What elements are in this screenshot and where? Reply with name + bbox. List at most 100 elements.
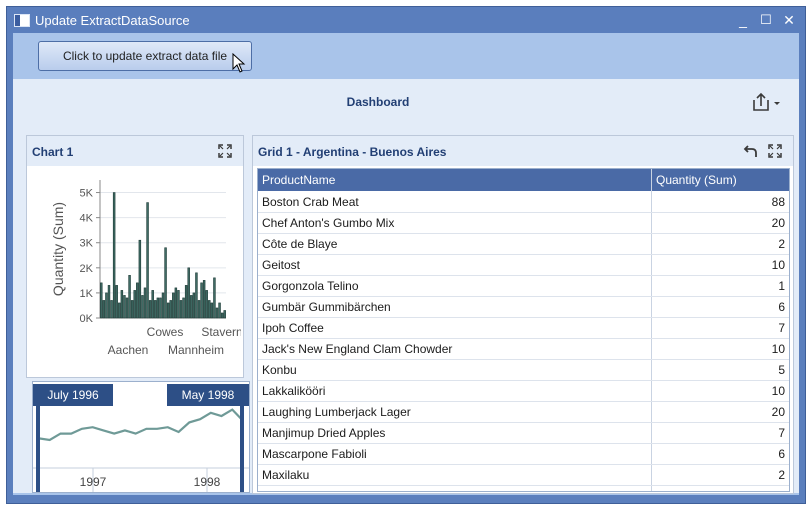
bar xyxy=(118,302,121,319)
bar-chart: 0K 1K 2K 3K 4K 5K Quantity (Sum) Cowes Stavern Aa… xyxy=(50,180,241,357)
quantity-cell: 5 xyxy=(778,363,785,377)
bar xyxy=(105,292,108,319)
bar xyxy=(200,282,203,319)
bar xyxy=(172,292,175,319)
chart-title: Chart 1 xyxy=(32,145,74,159)
table-row[interactable]: Konbu 5 xyxy=(258,359,789,381)
minimize-button[interactable]: _ xyxy=(733,10,753,30)
bar xyxy=(148,300,152,319)
bar xyxy=(169,300,172,319)
bar xyxy=(184,285,188,319)
table-row[interactable]: Côte de Blaye 2 xyxy=(258,233,789,255)
table-row[interactable]: Gorgonzola Telino 1 xyxy=(258,275,789,297)
y-axis-label: Quantity (Sum) xyxy=(50,202,66,296)
undo-drilldown-icon[interactable] xyxy=(743,143,759,159)
quantity-cell: 10 xyxy=(771,258,785,272)
bar xyxy=(146,202,149,319)
maximize-grid-icon[interactable] xyxy=(767,143,783,159)
table-row[interactable]: Chef Anton's Gumbo Mix 20 xyxy=(258,212,789,234)
maximize-chart-icon[interactable] xyxy=(217,143,233,159)
timeline-year-label: 1998 xyxy=(194,475,221,489)
product-name-cell: Ipoh Coffee xyxy=(262,321,324,335)
bar xyxy=(141,295,144,319)
table-row[interactable]: Maxilaku 2 xyxy=(258,464,789,486)
bar xyxy=(112,192,116,319)
bar xyxy=(161,292,165,319)
table-row[interactable]: Manjimup Dried Apples 7 xyxy=(258,422,789,444)
maximize-button[interactable]: ☐ xyxy=(756,10,776,30)
mouse-cursor-icon xyxy=(232,53,246,73)
timeline-left-handle[interactable] xyxy=(36,406,40,492)
bar xyxy=(182,297,185,319)
quantity-cell: 20 xyxy=(771,405,785,419)
y-tick-label: 1K xyxy=(80,288,94,300)
product-name-cell: Lakkalikööri xyxy=(262,384,326,398)
range-timeline[interactable]: 1997 1998 July 1996 May 1998 xyxy=(32,381,250,493)
bar xyxy=(123,295,126,319)
chart-panel-header: Chart 1 xyxy=(27,136,243,166)
table-row[interactable]: Ipoh Coffee 7 xyxy=(258,317,789,339)
table-row[interactable]: Lakkalikööri 10 xyxy=(258,380,789,402)
y-tick-label: 5K xyxy=(80,188,94,200)
close-button[interactable]: ✕ xyxy=(779,10,799,30)
bar xyxy=(154,300,157,319)
table-row[interactable]: Jack's New England Clam Chowder 10 xyxy=(258,338,789,360)
column-header-productname[interactable]: ProductName xyxy=(262,173,335,187)
product-name-cell: Geitost xyxy=(262,258,301,272)
bar xyxy=(195,272,198,319)
product-name-cell: Laughing Lumberjack Lager xyxy=(262,405,411,419)
y-tick-label: 3K xyxy=(80,238,94,250)
bar xyxy=(192,292,196,319)
grid-title: Grid 1 - Argentina - Buenos Aires xyxy=(258,145,447,159)
y-tick-label: 4K xyxy=(80,213,94,225)
quantity-cell: 20 xyxy=(771,216,785,230)
product-name-cell: Boston Crab Meat xyxy=(262,195,359,209)
bar xyxy=(159,297,162,319)
grid-panel: Grid 1 - Argentina - Buenos Aires Produc… xyxy=(252,135,794,494)
x-tick-label: Stavern xyxy=(201,325,241,339)
timeline-right-handle[interactable] xyxy=(240,406,244,492)
bar xyxy=(110,300,113,319)
quantity-cell: 2 xyxy=(778,237,785,251)
window-client: Click to update extract data file Dashbo… xyxy=(13,33,799,495)
bar xyxy=(143,287,147,319)
quantity-cell: 7 xyxy=(778,426,785,440)
bar xyxy=(210,302,214,319)
quantity-cell: 10 xyxy=(771,384,785,398)
bar xyxy=(202,280,206,319)
bar xyxy=(156,297,160,319)
grid-panel-header: Grid 1 - Argentina - Buenos Aires xyxy=(253,136,793,166)
app-icon xyxy=(14,14,30,27)
title-bar[interactable]: Update ExtractDataSource _ ☐ ✕ xyxy=(7,7,805,33)
bar xyxy=(220,312,224,319)
bar xyxy=(166,302,170,319)
bar xyxy=(164,247,167,319)
bar xyxy=(197,300,201,319)
table-row[interactable]: Gumbär Gummibärchen 6 xyxy=(258,296,789,318)
product-name-cell: Chef Anton's Gumbo Mix xyxy=(262,216,395,230)
bar xyxy=(125,297,129,319)
bar xyxy=(100,282,103,319)
product-name-cell: Mascarpone Fabioli xyxy=(262,447,367,461)
update-extract-button[interactable]: Click to update extract data file xyxy=(38,41,252,71)
bar xyxy=(174,287,178,319)
table-row[interactable]: Laughing Lumberjack Lager 20 xyxy=(258,401,789,423)
bar xyxy=(177,290,180,319)
export-icon[interactable] xyxy=(751,91,783,113)
timeline-series-line xyxy=(38,408,244,442)
quantity-cell: 1 xyxy=(778,279,785,293)
timeline-end-label: May 1998 xyxy=(167,384,249,406)
y-tick-label: 2K xyxy=(80,263,94,275)
chart-panel: Chart 1 0K 1K 2K 3K 4K 5K Quantity (Sum) Cowes S… xyxy=(26,135,244,378)
table-row[interactable]: Geitost 10 xyxy=(258,254,789,276)
data-grid: ProductName Quantity (Sum) Boston Crab M… xyxy=(257,168,790,492)
quantity-cell: 88 xyxy=(771,195,785,209)
table-row[interactable]: Mascarpone Fabioli 6 xyxy=(258,443,789,465)
table-row[interactable]: Boston Crab Meat 88 xyxy=(258,191,789,213)
bar xyxy=(136,282,139,319)
ribbon: Click to update extract data file xyxy=(13,33,799,77)
timeline-year-label: 1997 xyxy=(80,475,107,489)
bar xyxy=(130,300,134,319)
column-header-quantity[interactable]: Quantity (Sum) xyxy=(656,173,737,187)
product-name-cell: Côte de Blaye xyxy=(262,237,338,251)
